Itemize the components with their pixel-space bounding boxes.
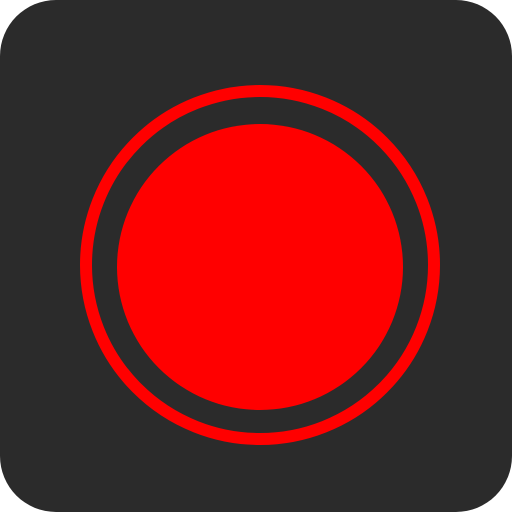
record-icon-inner-dot xyxy=(117,124,403,410)
record-icon xyxy=(80,85,440,445)
record-button[interactable] xyxy=(0,0,512,512)
